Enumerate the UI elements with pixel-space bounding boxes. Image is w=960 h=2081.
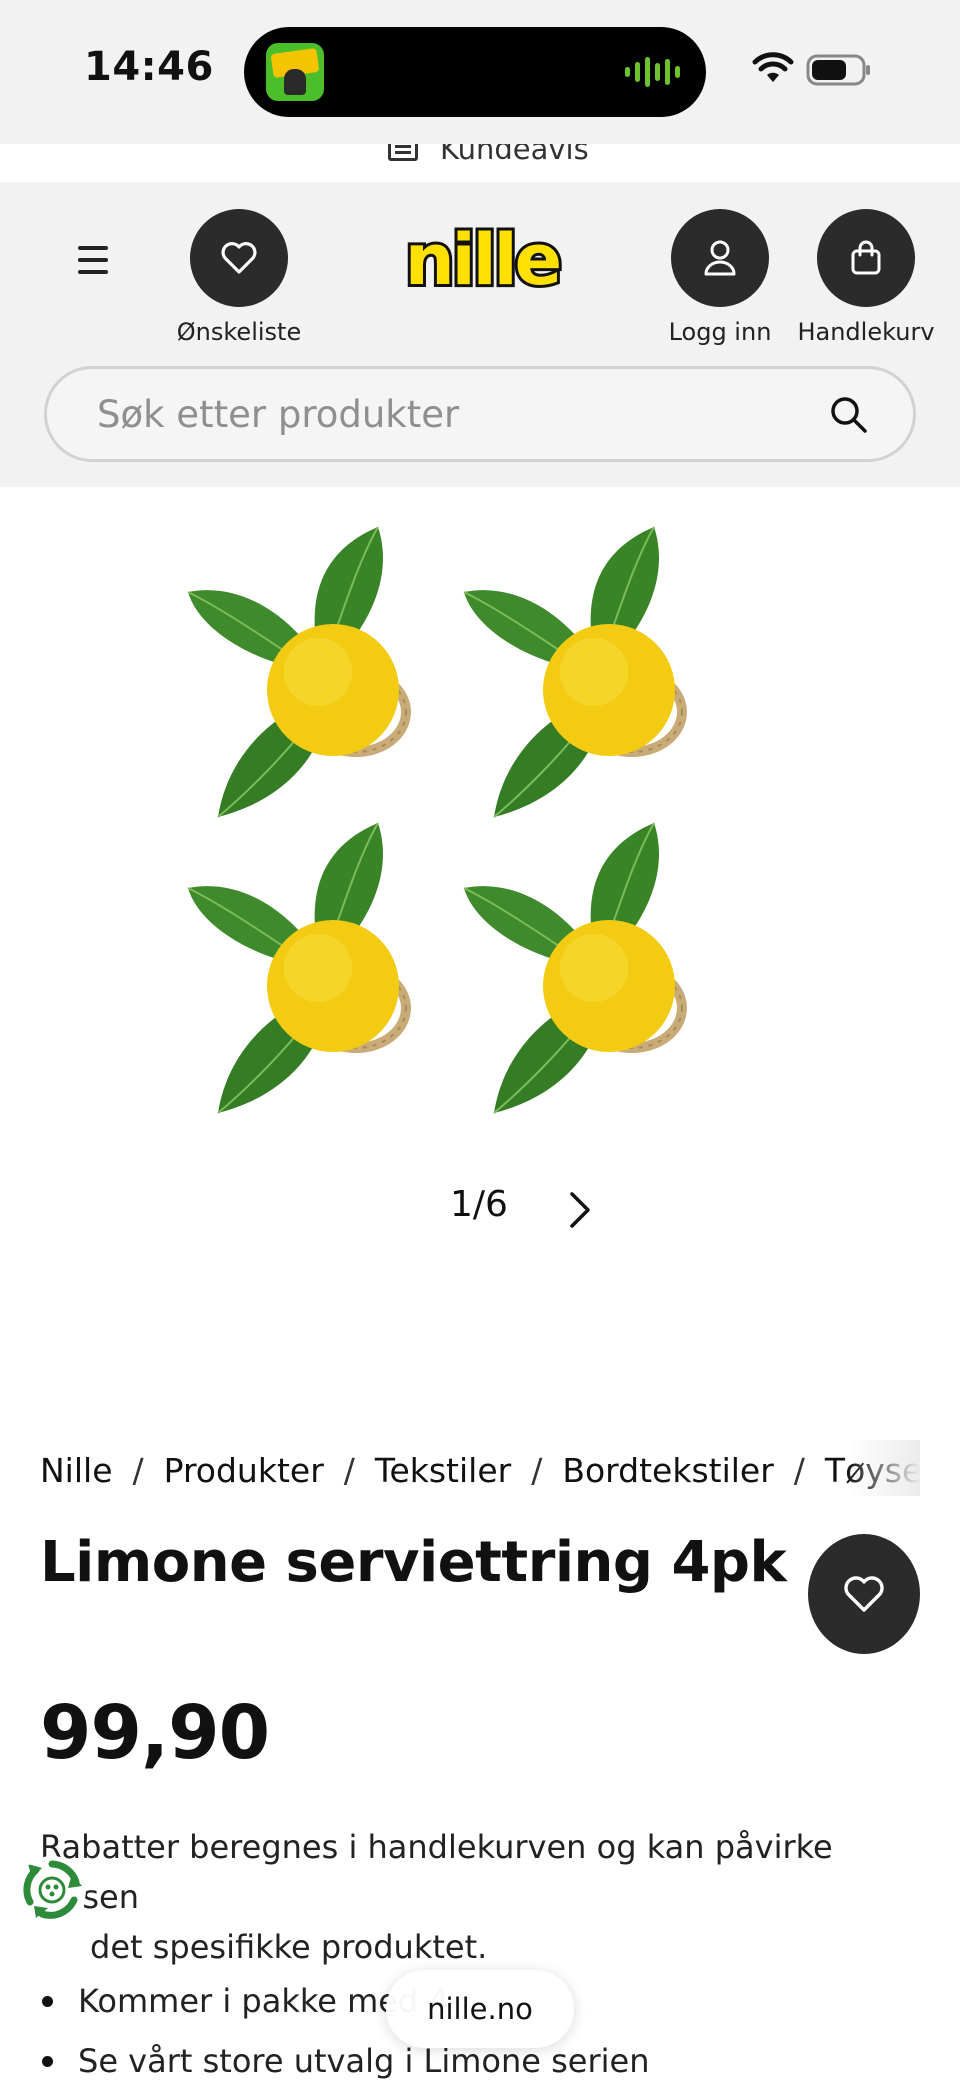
breadcrumb-item[interactable]: Bordtekstiler	[562, 1451, 773, 1490]
search-input[interactable]: Søk etter produkter	[44, 366, 916, 462]
newspaper-icon	[388, 144, 418, 161]
wifi-icon	[752, 52, 794, 82]
breadcrumb-item[interactable]: Tekstiler	[375, 1451, 511, 1490]
recycle-icon[interactable]	[18, 1856, 86, 1924]
logo-text: nille	[405, 219, 560, 301]
heart-icon	[844, 1576, 884, 1612]
search-placeholder: Søk etter produkter	[97, 393, 460, 436]
add-to-wishlist-button[interactable]	[808, 1534, 920, 1654]
wishlist-button[interactable]	[190, 209, 288, 307]
discount-note-line-2: det spesifikke produktet.	[90, 1928, 488, 1966]
login-button[interactable]	[671, 209, 769, 307]
site-header: Ønskeliste nille Logg inn Handlekurv Søk…	[0, 182, 960, 487]
shopping-bag-icon	[851, 240, 881, 275]
search-icon[interactable]	[829, 395, 869, 435]
kundeavis-strip[interactable]: Kundeavis	[0, 144, 960, 182]
login-label[interactable]: Logg inn	[640, 318, 800, 346]
breadcrumb-separator: /	[531, 1450, 543, 1490]
cart-label[interactable]: Handlekurv	[786, 318, 946, 346]
breadcrumb-separator: /	[132, 1450, 144, 1490]
audio-waveform-icon	[625, 57, 680, 87]
url-text[interactable]: nille.no	[427, 1992, 533, 2026]
status-time: 14:46	[84, 44, 214, 90]
hamburger-icon[interactable]	[68, 240, 118, 280]
breadcrumb: Nille / Produkter / Tekstiler / Bordteks…	[40, 1446, 920, 1494]
breadcrumb-separator: /	[793, 1450, 805, 1490]
user-icon	[704, 240, 736, 276]
chevron-right-icon[interactable]	[562, 1190, 596, 1230]
kundeavis-label: Kundeavis	[440, 144, 589, 166]
now-playing-app-icon	[266, 43, 324, 101]
product-price: 99,90	[40, 1690, 270, 1776]
heart-icon	[221, 242, 257, 274]
breadcrumb-item[interactable]: Produkter	[164, 1451, 324, 1490]
gallery-pager: 1/6	[450, 1184, 508, 1225]
browser-url-bar[interactable]: nille.no	[386, 1970, 574, 2048]
product-title: Limone serviettring 4pk	[40, 1530, 787, 1595]
breadcrumb-fade	[846, 1440, 920, 1496]
dynamic-island	[244, 27, 706, 117]
product-image[interactable]	[168, 512, 768, 1132]
status-bar: 14:46	[0, 0, 960, 144]
breadcrumb-item[interactable]: Nille	[40, 1451, 113, 1490]
battery-icon	[806, 54, 870, 86]
discount-note: Rabatter beregnes i handlekurven og kan …	[40, 1822, 920, 1972]
breadcrumb-separator: /	[343, 1450, 355, 1490]
discount-note-line-1: Rabatter beregnes i handlekurven og kan …	[40, 1828, 833, 1916]
cart-button[interactable]	[817, 209, 915, 307]
nille-logo[interactable]: nille	[402, 218, 562, 304]
wishlist-label[interactable]: Ønskeliste	[159, 318, 319, 346]
